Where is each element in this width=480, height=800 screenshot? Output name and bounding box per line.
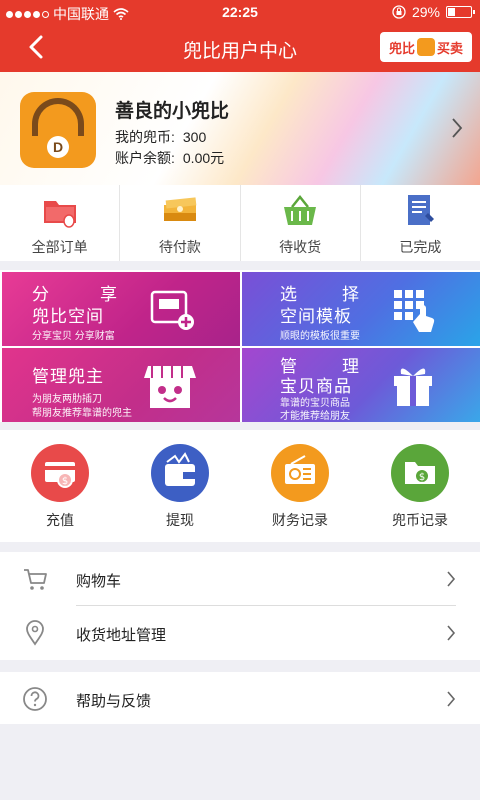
radio-ledger-icon [271,444,329,502]
tile-owner-sub-2: 帮朋友推荐靠谱的兜主 [32,408,132,419]
order-completed-label: 已完成 [399,239,442,255]
tile-template-title-2: 空间模板 [280,307,352,326]
order-completed[interactable]: 已完成 [361,185,480,261]
brand-logo[interactable]: 兜比 买卖 [380,32,472,62]
order-unreceived[interactable]: 待收货 [241,185,361,261]
avatar-handle-icon [32,98,84,136]
menu-cart-label: 购物车 [76,573,122,590]
top-bar: 中国联通 22:25 29% 兜比用户中心 兜比 买卖 [0,0,480,72]
tile-share-title-2: 兜比空间 [32,307,104,326]
balance-line: 账户余额: 0.00元 [115,148,224,168]
logo-text-right: 买卖 [437,40,464,56]
menu-help[interactable]: 帮助与反馈 [0,672,480,726]
money-stack-icon [163,197,197,221]
avatar[interactable]: D [20,92,96,168]
order-all-label: 全部订单 [31,239,88,255]
balance-value: 0.00元 [182,150,225,166]
wallet-coin-label: 兜币记录 [392,512,448,528]
status-bar: 中国联通 22:25 29% [0,0,480,24]
wallet-icon [151,444,209,502]
battery-percent: 29% [411,4,440,20]
nav-bar: 兜比用户中心 兜比 买卖 [0,24,480,72]
tile-share-space[interactable]: 分享 兜比空间 分享宝贝 分享财富 [2,272,240,346]
menu-address[interactable]: 收货地址管理 [0,606,480,660]
profile-banner[interactable]: D 善良的小兜比 我的兜币: 300 账户余额: 0.00元 [0,72,480,185]
chevron-right-icon [447,691,456,707]
menu-list-help: 帮助与反馈 [0,672,480,724]
feature-tiles: 分享 兜比空间 分享宝贝 分享财富 选择 空间模板 顺眼的模板很重要 管理兜主 … [0,270,480,422]
grid-tap-icon [394,290,435,332]
tile-owner-title: 管理兜主 [32,367,104,386]
tile-share-sub: 分享宝贝 分享财富 [32,331,115,342]
menu-help-label: 帮助与反馈 [76,693,152,710]
wallet-finance-label: 财务记录 [272,512,328,528]
tile-goods-sub-2: 才能推荐给朋友 [280,411,350,422]
share-tablet-icon [150,290,194,330]
logo-text-left: 兜比 [388,40,415,56]
order-unpaid-label: 待付款 [158,239,201,255]
logo-face-icon [417,38,435,56]
document-pen-icon [408,195,435,225]
menu-list-main: 购物车 收货地址管理 [0,552,480,660]
wallet-withdraw[interactable]: 提现 [120,430,240,542]
avatar-letter: D [47,136,69,158]
orientation-lock-icon [392,5,406,19]
gift-box-icon [394,368,432,406]
help-circle-icon [23,687,47,711]
cart-icon [24,569,47,590]
tile-select-template[interactable]: 选择 空间模板 顺眼的模板很重要 [242,272,480,346]
order-all[interactable]: 全部订单 [0,185,121,261]
location-pin-icon [26,620,44,646]
svg-text:$: $ [62,476,68,487]
basket-icon [284,194,317,225]
coins-label: 我的兜币: [115,129,175,145]
svg-text:$: $ [419,472,425,483]
chevron-right-icon [447,625,456,641]
coins-line: 我的兜币: 300 [115,127,206,147]
wallet-withdraw-label: 提现 [166,512,194,528]
wallet-finance-record[interactable]: 财务记录 [240,430,360,542]
recharge-card-icon: $ [31,444,89,502]
folder-mouse-icon [43,201,76,228]
wallet-recharge-label: 充值 [46,512,74,528]
coins-value: 300 [182,129,207,145]
chevron-right-icon[interactable] [450,116,464,140]
order-shortcuts: 全部订单 待付款 待收货 已完成 [0,185,480,261]
order-unreceived-label: 待收货 [279,239,322,255]
profile-name: 善良的小兜比 [115,101,230,122]
order-unpaid[interactable]: 待付款 [120,185,241,261]
menu-address-label: 收货地址管理 [76,627,167,644]
tile-manage-goods[interactable]: 管理 宝贝商品 靠谱的宝贝商品 才能推荐给朋友 [242,348,480,422]
status-right: 29% [392,4,475,20]
wallet-coin-record[interactable]: $ 兜币记录 [360,430,480,542]
balance-label: 账户余额: [115,150,175,166]
shop-face-icon [144,366,196,408]
chevron-right-icon [447,571,456,587]
battery-icon [446,6,475,18]
coin-folder-icon: $ [391,444,449,502]
wallet-shortcuts: $ 充值 提现 财务记录 $ 兜币记录 [0,430,480,542]
tile-template-sub: 顺眼的模板很重要 [280,331,360,342]
wallet-recharge[interactable]: $ 充值 [0,430,120,542]
menu-cart[interactable]: 购物车 [0,552,480,606]
tile-owner-sub-1: 为朋友两肋插刀 [32,394,102,405]
tile-manage-owner[interactable]: 管理兜主 为朋友两肋插刀 帮朋友推荐靠谱的兜主 [2,348,240,422]
